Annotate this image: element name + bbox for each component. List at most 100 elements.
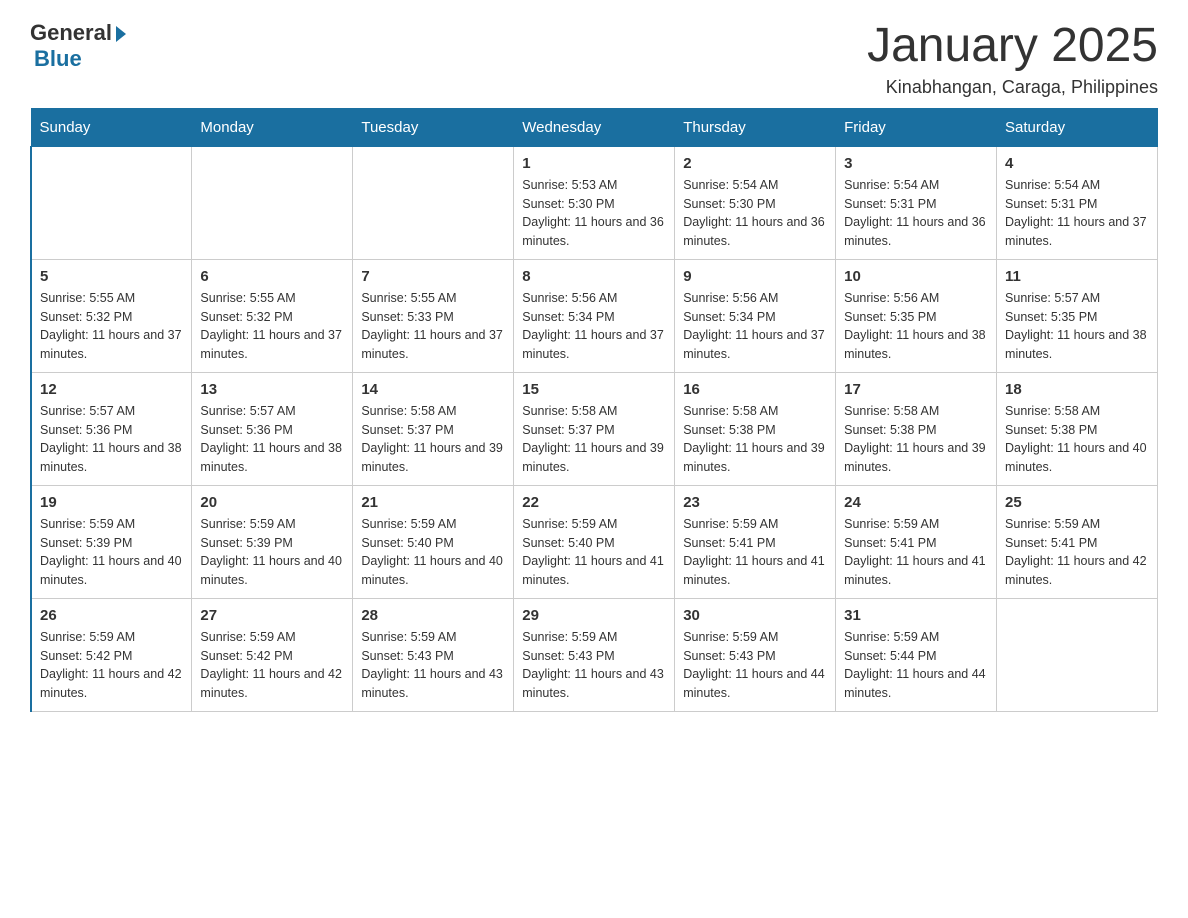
day-info: Sunrise: 5:57 AM Sunset: 5:36 PM Dayligh…	[200, 402, 344, 477]
calendar-week-3: 12 Sunrise: 5:57 AM Sunset: 5:36 PM Dayli…	[31, 372, 1158, 485]
day-number: 10	[844, 268, 988, 285]
header-cell-tuesday: Tuesday	[353, 108, 514, 146]
calendar-cell: 20 Sunrise: 5:59 AM Sunset: 5:39 PM Dayli…	[192, 485, 353, 598]
calendar-cell: 27 Sunrise: 5:59 AM Sunset: 5:42 PM Dayli…	[192, 598, 353, 711]
day-info: Sunrise: 5:59 AM Sunset: 5:43 PM Dayligh…	[683, 628, 827, 703]
title-block: January 2025 Kinabhangan, Caraga, Philip…	[867, 20, 1158, 98]
day-number: 26	[40, 607, 183, 624]
calendar-cell: 19Sunrise: 5:59 AM Sunset: 5:39 PM Dayli…	[31, 485, 192, 598]
day-info: Sunrise: 5:58 AM Sunset: 5:37 PM Dayligh…	[361, 402, 505, 477]
calendar-cell: 4 Sunrise: 5:54 AM Sunset: 5:31 PM Daylig…	[997, 146, 1158, 259]
day-number: 1	[522, 155, 666, 172]
day-info: Sunrise: 5:59 AM Sunset: 5:43 PM Dayligh…	[522, 628, 666, 703]
day-info: Sunrise: 5:56 AM Sunset: 5:35 PM Dayligh…	[844, 289, 988, 364]
day-info: Sunrise: 5:57 AM Sunset: 5:35 PM Dayligh…	[1005, 289, 1149, 364]
calendar-cell: 5 Sunrise: 5:55 AM Sunset: 5:32 PM Daylig…	[31, 259, 192, 372]
day-info: Sunrise: 5:54 AM Sunset: 5:31 PM Dayligh…	[1005, 176, 1149, 251]
header-row: SundayMondayTuesdayWednesdayThursdayFrid…	[31, 108, 1158, 146]
calendar-week-1: 1 Sunrise: 5:53 AM Sunset: 5:30 PM Daylig…	[31, 146, 1158, 259]
calendar-cell: 30 Sunrise: 5:59 AM Sunset: 5:43 PM Dayli…	[675, 598, 836, 711]
day-info: Sunrise: 5:59 AM Sunset: 5:44 PM Dayligh…	[844, 628, 988, 703]
day-number: 30	[683, 607, 827, 624]
calendar-cell: 24 Sunrise: 5:59 AM Sunset: 5:41 PM Dayli…	[836, 485, 997, 598]
day-number: 7	[361, 268, 505, 285]
day-info: Sunrise: 5:58 AM Sunset: 5:38 PM Dayligh…	[683, 402, 827, 477]
day-info: Sunrise: 5:59 AM Sunset: 5:40 PM Dayligh…	[361, 515, 505, 590]
day-number: 8	[522, 268, 666, 285]
calendar-cell: 28Sunrise: 5:59 AM Sunset: 5:43 PM Dayli…	[353, 598, 514, 711]
day-number: 25	[1005, 494, 1149, 511]
day-number: 29	[522, 607, 666, 624]
day-info: Sunrise: 5:58 AM Sunset: 5:37 PM Dayligh…	[522, 402, 666, 477]
day-number: 18	[1005, 381, 1149, 398]
day-info: Sunrise: 5:59 AM Sunset: 5:41 PM Dayligh…	[683, 515, 827, 590]
calendar-cell: 26 Sunrise: 5:59 AM Sunset: 5:42 PM Dayli…	[31, 598, 192, 711]
day-number: 20	[200, 494, 344, 511]
day-info: Sunrise: 5:55 AM Sunset: 5:32 PM Dayligh…	[40, 289, 183, 364]
day-number: 27	[200, 607, 344, 624]
header-cell-wednesday: Wednesday	[514, 108, 675, 146]
page-title: January 2025	[867, 20, 1158, 73]
day-info: Sunrise: 5:59 AM Sunset: 5:42 PM Dayligh…	[200, 628, 344, 703]
calendar-cell	[192, 146, 353, 259]
day-info: Sunrise: 5:58 AM Sunset: 5:38 PM Dayligh…	[844, 402, 988, 477]
calendar-cell: 7 Sunrise: 5:55 AM Sunset: 5:33 PM Daylig…	[353, 259, 514, 372]
calendar-cell: 9Sunrise: 5:56 AM Sunset: 5:34 PM Daylig…	[675, 259, 836, 372]
page-header: General Blue January 2025 Kinabhangan, C…	[30, 20, 1158, 98]
day-info: Sunrise: 5:54 AM Sunset: 5:31 PM Dayligh…	[844, 176, 988, 251]
calendar-cell: 25Sunrise: 5:59 AM Sunset: 5:41 PM Dayli…	[997, 485, 1158, 598]
logo-blue-text: Blue	[34, 46, 82, 72]
day-number: 17	[844, 381, 988, 398]
header-cell-thursday: Thursday	[675, 108, 836, 146]
day-info: Sunrise: 5:58 AM Sunset: 5:38 PM Dayligh…	[1005, 402, 1149, 477]
day-info: Sunrise: 5:59 AM Sunset: 5:41 PM Dayligh…	[844, 515, 988, 590]
day-number: 22	[522, 494, 666, 511]
calendar-cell: 14 Sunrise: 5:58 AM Sunset: 5:37 PM Dayli…	[353, 372, 514, 485]
day-info: Sunrise: 5:59 AM Sunset: 5:39 PM Dayligh…	[200, 515, 344, 590]
subtitle: Kinabhangan, Caraga, Philippines	[867, 77, 1158, 98]
calendar-header: SundayMondayTuesdayWednesdayThursdayFrid…	[31, 108, 1158, 146]
header-cell-sunday: Sunday	[31, 108, 192, 146]
day-number: 11	[1005, 268, 1149, 285]
calendar-week-4: 19Sunrise: 5:59 AM Sunset: 5:39 PM Dayli…	[31, 485, 1158, 598]
calendar-cell	[353, 146, 514, 259]
calendar-cell: 21 Sunrise: 5:59 AM Sunset: 5:40 PM Dayli…	[353, 485, 514, 598]
day-number: 6	[200, 268, 344, 285]
day-number: 12	[40, 381, 183, 398]
calendar-cell: 2Sunrise: 5:54 AM Sunset: 5:30 PM Daylig…	[675, 146, 836, 259]
day-number: 13	[200, 381, 344, 398]
calendar-cell: 31 Sunrise: 5:59 AM Sunset: 5:44 PM Dayli…	[836, 598, 997, 711]
calendar-week-5: 26 Sunrise: 5:59 AM Sunset: 5:42 PM Dayli…	[31, 598, 1158, 711]
calendar-cell: 16 Sunrise: 5:58 AM Sunset: 5:38 PM Dayli…	[675, 372, 836, 485]
day-info: Sunrise: 5:55 AM Sunset: 5:33 PM Dayligh…	[361, 289, 505, 364]
calendar-cell	[31, 146, 192, 259]
day-info: Sunrise: 5:59 AM Sunset: 5:42 PM Dayligh…	[40, 628, 183, 703]
day-number: 4	[1005, 155, 1149, 172]
calendar-table: SundayMondayTuesdayWednesdayThursdayFrid…	[30, 108, 1158, 712]
logo-arrow-icon	[116, 26, 126, 42]
day-number: 21	[361, 494, 505, 511]
header-cell-friday: Friday	[836, 108, 997, 146]
day-number: 14	[361, 381, 505, 398]
day-info: Sunrise: 5:59 AM Sunset: 5:39 PM Dayligh…	[40, 515, 183, 590]
header-cell-saturday: Saturday	[997, 108, 1158, 146]
day-number: 5	[40, 268, 183, 285]
day-number: 24	[844, 494, 988, 511]
calendar-cell: 3Sunrise: 5:54 AM Sunset: 5:31 PM Daylig…	[836, 146, 997, 259]
calendar-cell: 1 Sunrise: 5:53 AM Sunset: 5:30 PM Daylig…	[514, 146, 675, 259]
day-info: Sunrise: 5:57 AM Sunset: 5:36 PM Dayligh…	[40, 402, 183, 477]
calendar-cell: 10 Sunrise: 5:56 AM Sunset: 5:35 PM Dayli…	[836, 259, 997, 372]
day-info: Sunrise: 5:53 AM Sunset: 5:30 PM Dayligh…	[522, 176, 666, 251]
day-number: 9	[683, 268, 827, 285]
day-number: 31	[844, 607, 988, 624]
day-info: Sunrise: 5:59 AM Sunset: 5:40 PM Dayligh…	[522, 515, 666, 590]
day-number: 16	[683, 381, 827, 398]
calendar-week-2: 5 Sunrise: 5:55 AM Sunset: 5:32 PM Daylig…	[31, 259, 1158, 372]
calendar-body: 1 Sunrise: 5:53 AM Sunset: 5:30 PM Daylig…	[31, 146, 1158, 711]
day-info: Sunrise: 5:55 AM Sunset: 5:32 PM Dayligh…	[200, 289, 344, 364]
calendar-cell: 11 Sunrise: 5:57 AM Sunset: 5:35 PM Dayli…	[997, 259, 1158, 372]
logo: General Blue	[30, 20, 126, 72]
calendar-cell: 23Sunrise: 5:59 AM Sunset: 5:41 PM Dayli…	[675, 485, 836, 598]
header-cell-monday: Monday	[192, 108, 353, 146]
calendar-cell: 17 Sunrise: 5:58 AM Sunset: 5:38 PM Dayli…	[836, 372, 997, 485]
